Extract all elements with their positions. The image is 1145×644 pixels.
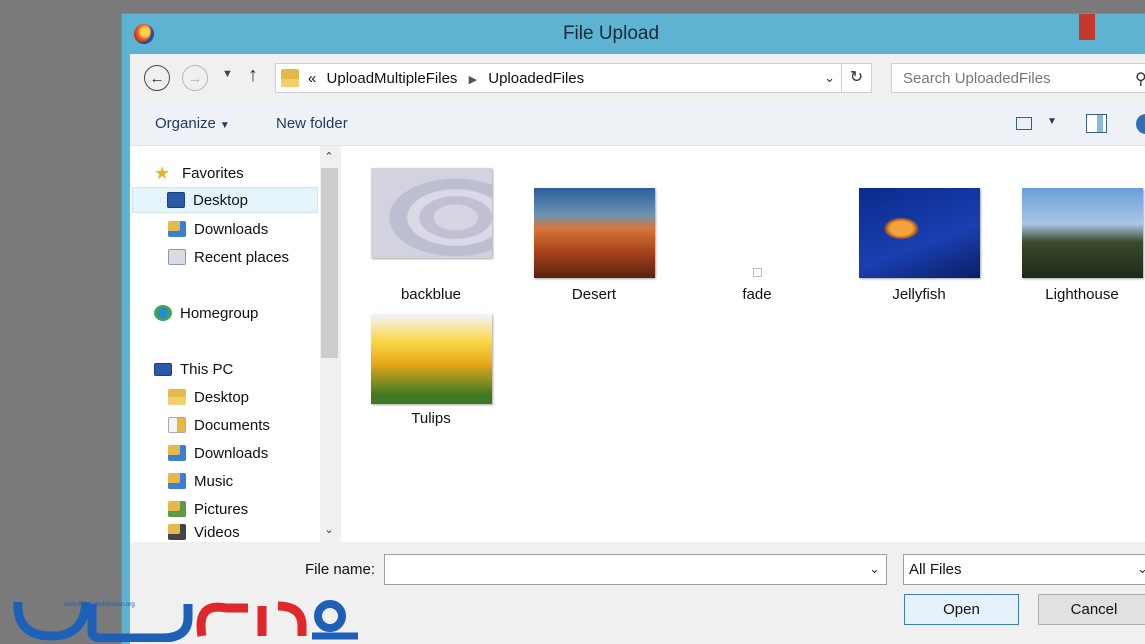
preview-pane-icon[interactable] bbox=[1086, 114, 1107, 133]
dialog-client: ← → ▼ ↑ « UploadMultipleFiles ▶ Uploaded… bbox=[130, 54, 1145, 644]
breadcrumb: « UploadMultipleFiles ▶ UploadedFiles bbox=[308, 70, 584, 87]
nav-pc-downloads[interactable]: Downloads bbox=[168, 440, 318, 466]
view-options-dropdown[interactable]: ▼ bbox=[1047, 116, 1057, 127]
window-title: File Upload bbox=[562, 23, 660, 44]
watermark-url: www.BarnameNevisan.org bbox=[63, 602, 135, 608]
nav-homegroup[interactable]: Homegroup bbox=[154, 300, 314, 326]
refresh-icon: ↻ bbox=[849, 69, 864, 86]
nav-label: Documents bbox=[194, 416, 270, 434]
file-type-select[interactable]: All Files ⌄ bbox=[903, 554, 1145, 585]
new-folder-button[interactable]: New folder bbox=[276, 115, 348, 132]
breadcrumb-uploadmultiplefiles[interactable]: UploadMultipleFiles bbox=[327, 70, 458, 87]
nav-videos[interactable]: Videos bbox=[168, 524, 318, 542]
pictures-icon bbox=[168, 501, 186, 517]
star-icon: ★ bbox=[154, 163, 171, 183]
image-thumbnail bbox=[1022, 188, 1143, 278]
file-name: Tulips bbox=[411, 410, 451, 427]
downloads-icon bbox=[168, 445, 186, 461]
file-name: backblue bbox=[400, 286, 462, 303]
image-thumbnail bbox=[371, 314, 492, 404]
address-bar[interactable]: « UploadMultipleFiles ▶ UploadedFiles ⌄ … bbox=[275, 63, 872, 93]
file-name-input[interactable]: ⌄ bbox=[384, 554, 887, 585]
file-name: fade bbox=[742, 286, 772, 303]
nav-label: Homegroup bbox=[180, 304, 259, 322]
change-view-icon[interactable] bbox=[1016, 117, 1032, 130]
nav-desktop[interactable]: Desktop bbox=[132, 187, 318, 213]
nav-label: Favorites bbox=[182, 164, 244, 182]
barnamenevisan-logo: www.BarnameNevisan.org bbox=[13, 600, 358, 642]
chevron-right-icon[interactable]: ▶ bbox=[469, 74, 477, 86]
breadcrumb-uploadedfiles[interactable]: UploadedFiles bbox=[488, 70, 584, 87]
cancel-button[interactable]: Cancel bbox=[1038, 594, 1145, 625]
help-icon[interactable] bbox=[1136, 114, 1145, 134]
close-button[interactable] bbox=[1079, 14, 1095, 40]
nav-label: Pictures bbox=[194, 500, 249, 518]
file-name-label: File name: bbox=[305, 561, 376, 578]
navigation-pane: ★ Favorites Desktop Downloads Recent plac… bbox=[130, 146, 320, 542]
organize-button[interactable]: Organize ▼ bbox=[155, 115, 230, 132]
chevron-down-icon: ⌄ bbox=[1137, 561, 1145, 576]
title-bar[interactable]: File Upload bbox=[122, 14, 1145, 54]
recent-locations-dropdown[interactable]: ▼ bbox=[222, 68, 233, 80]
file-list: backblue Desert fade Jellyfish Lighthous… bbox=[341, 146, 1145, 542]
address-row: ← → ▼ ↑ « UploadMultipleFiles ▶ Uploaded… bbox=[130, 54, 1145, 102]
videos-icon bbox=[168, 524, 186, 540]
file-name: Desert bbox=[571, 286, 617, 303]
nav-label: Downloads bbox=[194, 220, 269, 238]
forward-button[interactable]: → bbox=[182, 65, 208, 91]
nav-recent-places[interactable]: Recent places bbox=[168, 244, 318, 270]
arrow-right-icon: → bbox=[187, 69, 203, 87]
file-type-value: All Files bbox=[909, 561, 962, 578]
image-thumbnail bbox=[371, 168, 492, 258]
address-dropdown-icon[interactable]: ⌄ bbox=[824, 70, 835, 86]
file-name: Lighthouse bbox=[1045, 286, 1119, 303]
image-thumbnail bbox=[534, 188, 655, 278]
nav-label: Desktop bbox=[193, 191, 249, 209]
open-button[interactable]: Open bbox=[904, 594, 1019, 625]
documents-icon bbox=[168, 417, 186, 433]
caret-down-icon: ▼ bbox=[219, 120, 230, 131]
nav-documents[interactable]: Documents bbox=[168, 412, 318, 438]
desktop-icon bbox=[167, 192, 185, 208]
nav-label: Recent places bbox=[194, 248, 290, 266]
computer-icon bbox=[154, 362, 172, 376]
command-bar: Organize ▼ New folder ▼ bbox=[130, 102, 1145, 146]
file-icon bbox=[753, 268, 762, 277]
back-button[interactable]: ← bbox=[144, 65, 170, 91]
nav-pictures[interactable]: Pictures bbox=[168, 496, 318, 522]
nav-downloads[interactable]: Downloads bbox=[168, 216, 318, 242]
nav-scrollbar[interactable]: ⌃ ⌄ bbox=[320, 146, 338, 542]
folder-icon bbox=[281, 69, 299, 87]
desktop-folder-icon bbox=[168, 389, 186, 405]
music-icon bbox=[168, 473, 186, 489]
nav-label: Videos bbox=[194, 524, 240, 541]
nav-this-pc[interactable]: This PC bbox=[154, 356, 314, 382]
nav-label: This PC bbox=[180, 360, 234, 378]
image-thumbnail bbox=[859, 188, 980, 278]
refresh-button[interactable]: ↻ bbox=[841, 64, 871, 92]
arrow-left-icon: ← bbox=[149, 69, 165, 87]
recent-places-icon bbox=[168, 249, 186, 265]
nav-label: Desktop bbox=[194, 388, 250, 406]
nav-music[interactable]: Music bbox=[168, 468, 318, 494]
breadcrumb-overflow[interactable]: « bbox=[308, 70, 316, 87]
homegroup-icon bbox=[154, 305, 172, 321]
up-button[interactable]: ↑ bbox=[248, 64, 258, 87]
organize-label: Organize bbox=[155, 115, 216, 132]
nav-favorites[interactable]: ★ Favorites bbox=[154, 160, 314, 186]
search-icon: ⚲ bbox=[1135, 71, 1145, 88]
search-placeholder: Search UploadedFiles bbox=[903, 70, 1051, 87]
search-input[interactable]: Search UploadedFiles ⚲ bbox=[891, 63, 1145, 93]
nav-label: Music bbox=[194, 472, 234, 490]
scroll-up-icon[interactable]: ⌃ bbox=[320, 150, 338, 163]
downloads-icon bbox=[168, 221, 186, 237]
arrow-up-icon: ↑ bbox=[248, 64, 258, 86]
file-upload-dialog: File Upload ← → ▼ ↑ « UploadMultipleFile… bbox=[121, 13, 1145, 644]
scroll-thumb[interactable] bbox=[321, 168, 338, 358]
chevron-down-icon[interactable]: ⌄ bbox=[869, 561, 880, 577]
scroll-down-icon[interactable]: ⌄ bbox=[320, 523, 338, 536]
nav-label: Downloads bbox=[194, 444, 269, 462]
file-name: Jellyfish bbox=[892, 286, 946, 303]
nav-pc-desktop[interactable]: Desktop bbox=[168, 384, 318, 410]
